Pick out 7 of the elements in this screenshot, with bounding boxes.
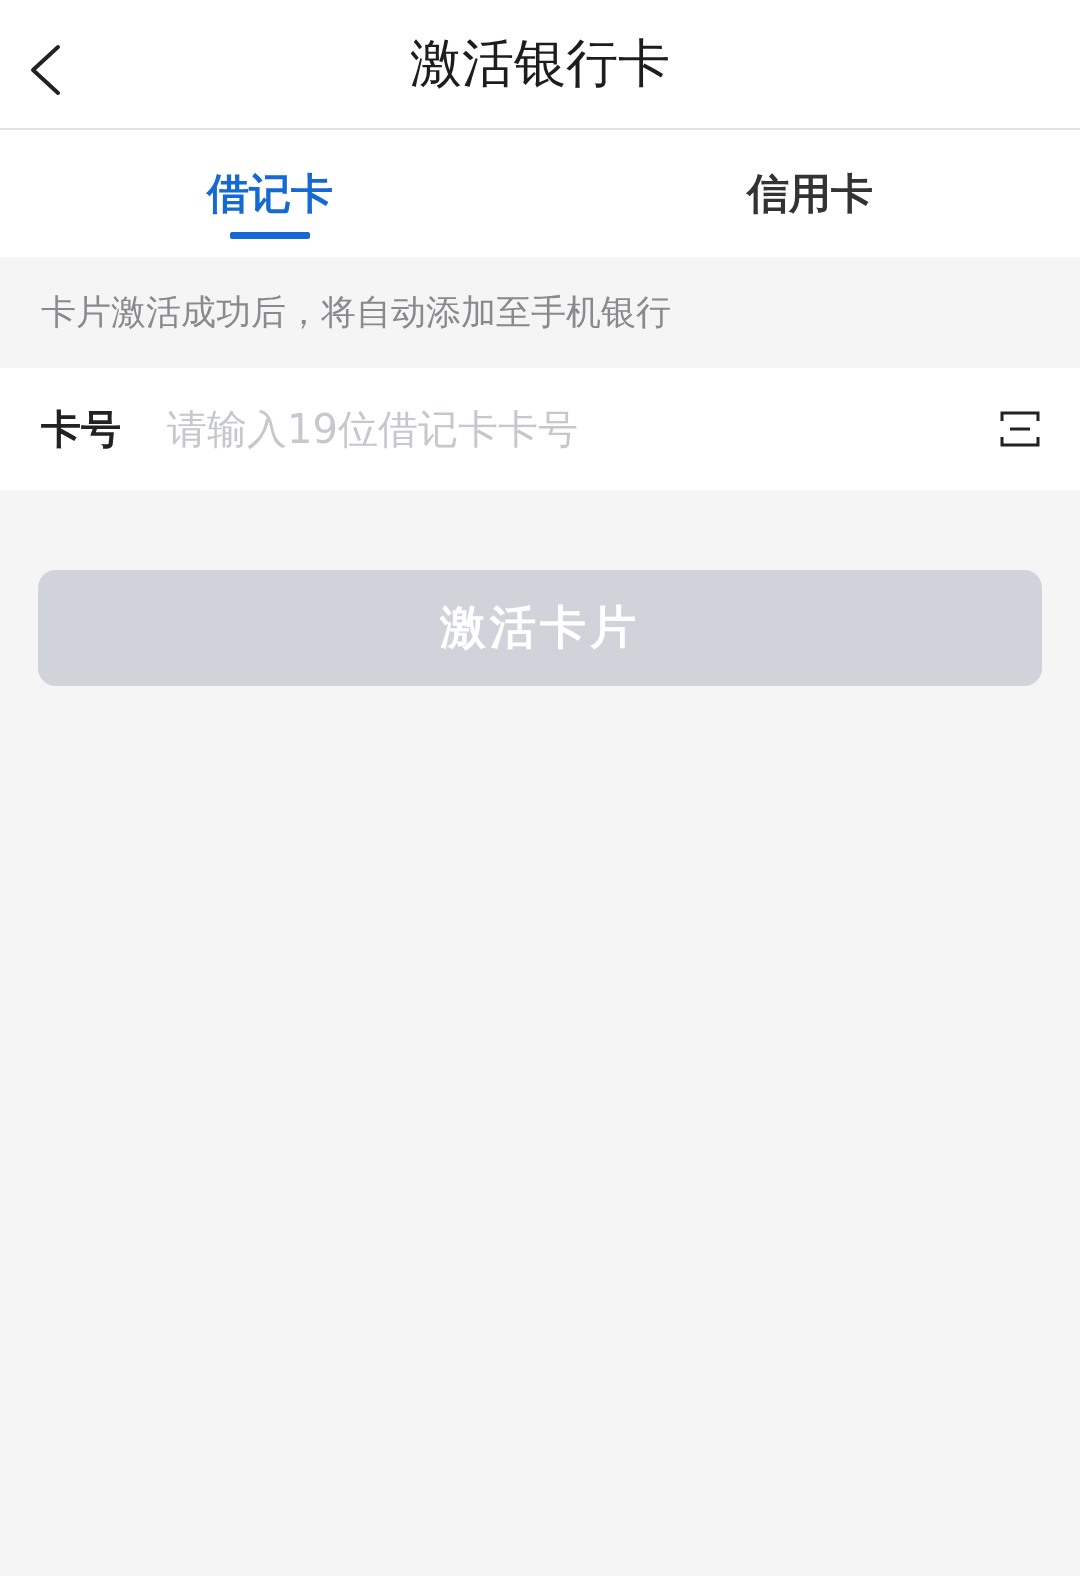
scan-icon[interactable] xyxy=(1000,411,1040,447)
back-icon[interactable] xyxy=(28,44,62,96)
page-title: 激活银行卡 xyxy=(410,32,670,95)
card-number-field[interactable]: 卡号 请输入19位借记卡卡号 xyxy=(0,368,1080,490)
card-number-input[interactable]: 请输入19位借记卡卡号 xyxy=(165,405,1000,453)
notice-text: 卡片激活成功后，将自动添加至手机银行 xyxy=(40,291,672,334)
field-label: 卡号 xyxy=(41,404,122,454)
